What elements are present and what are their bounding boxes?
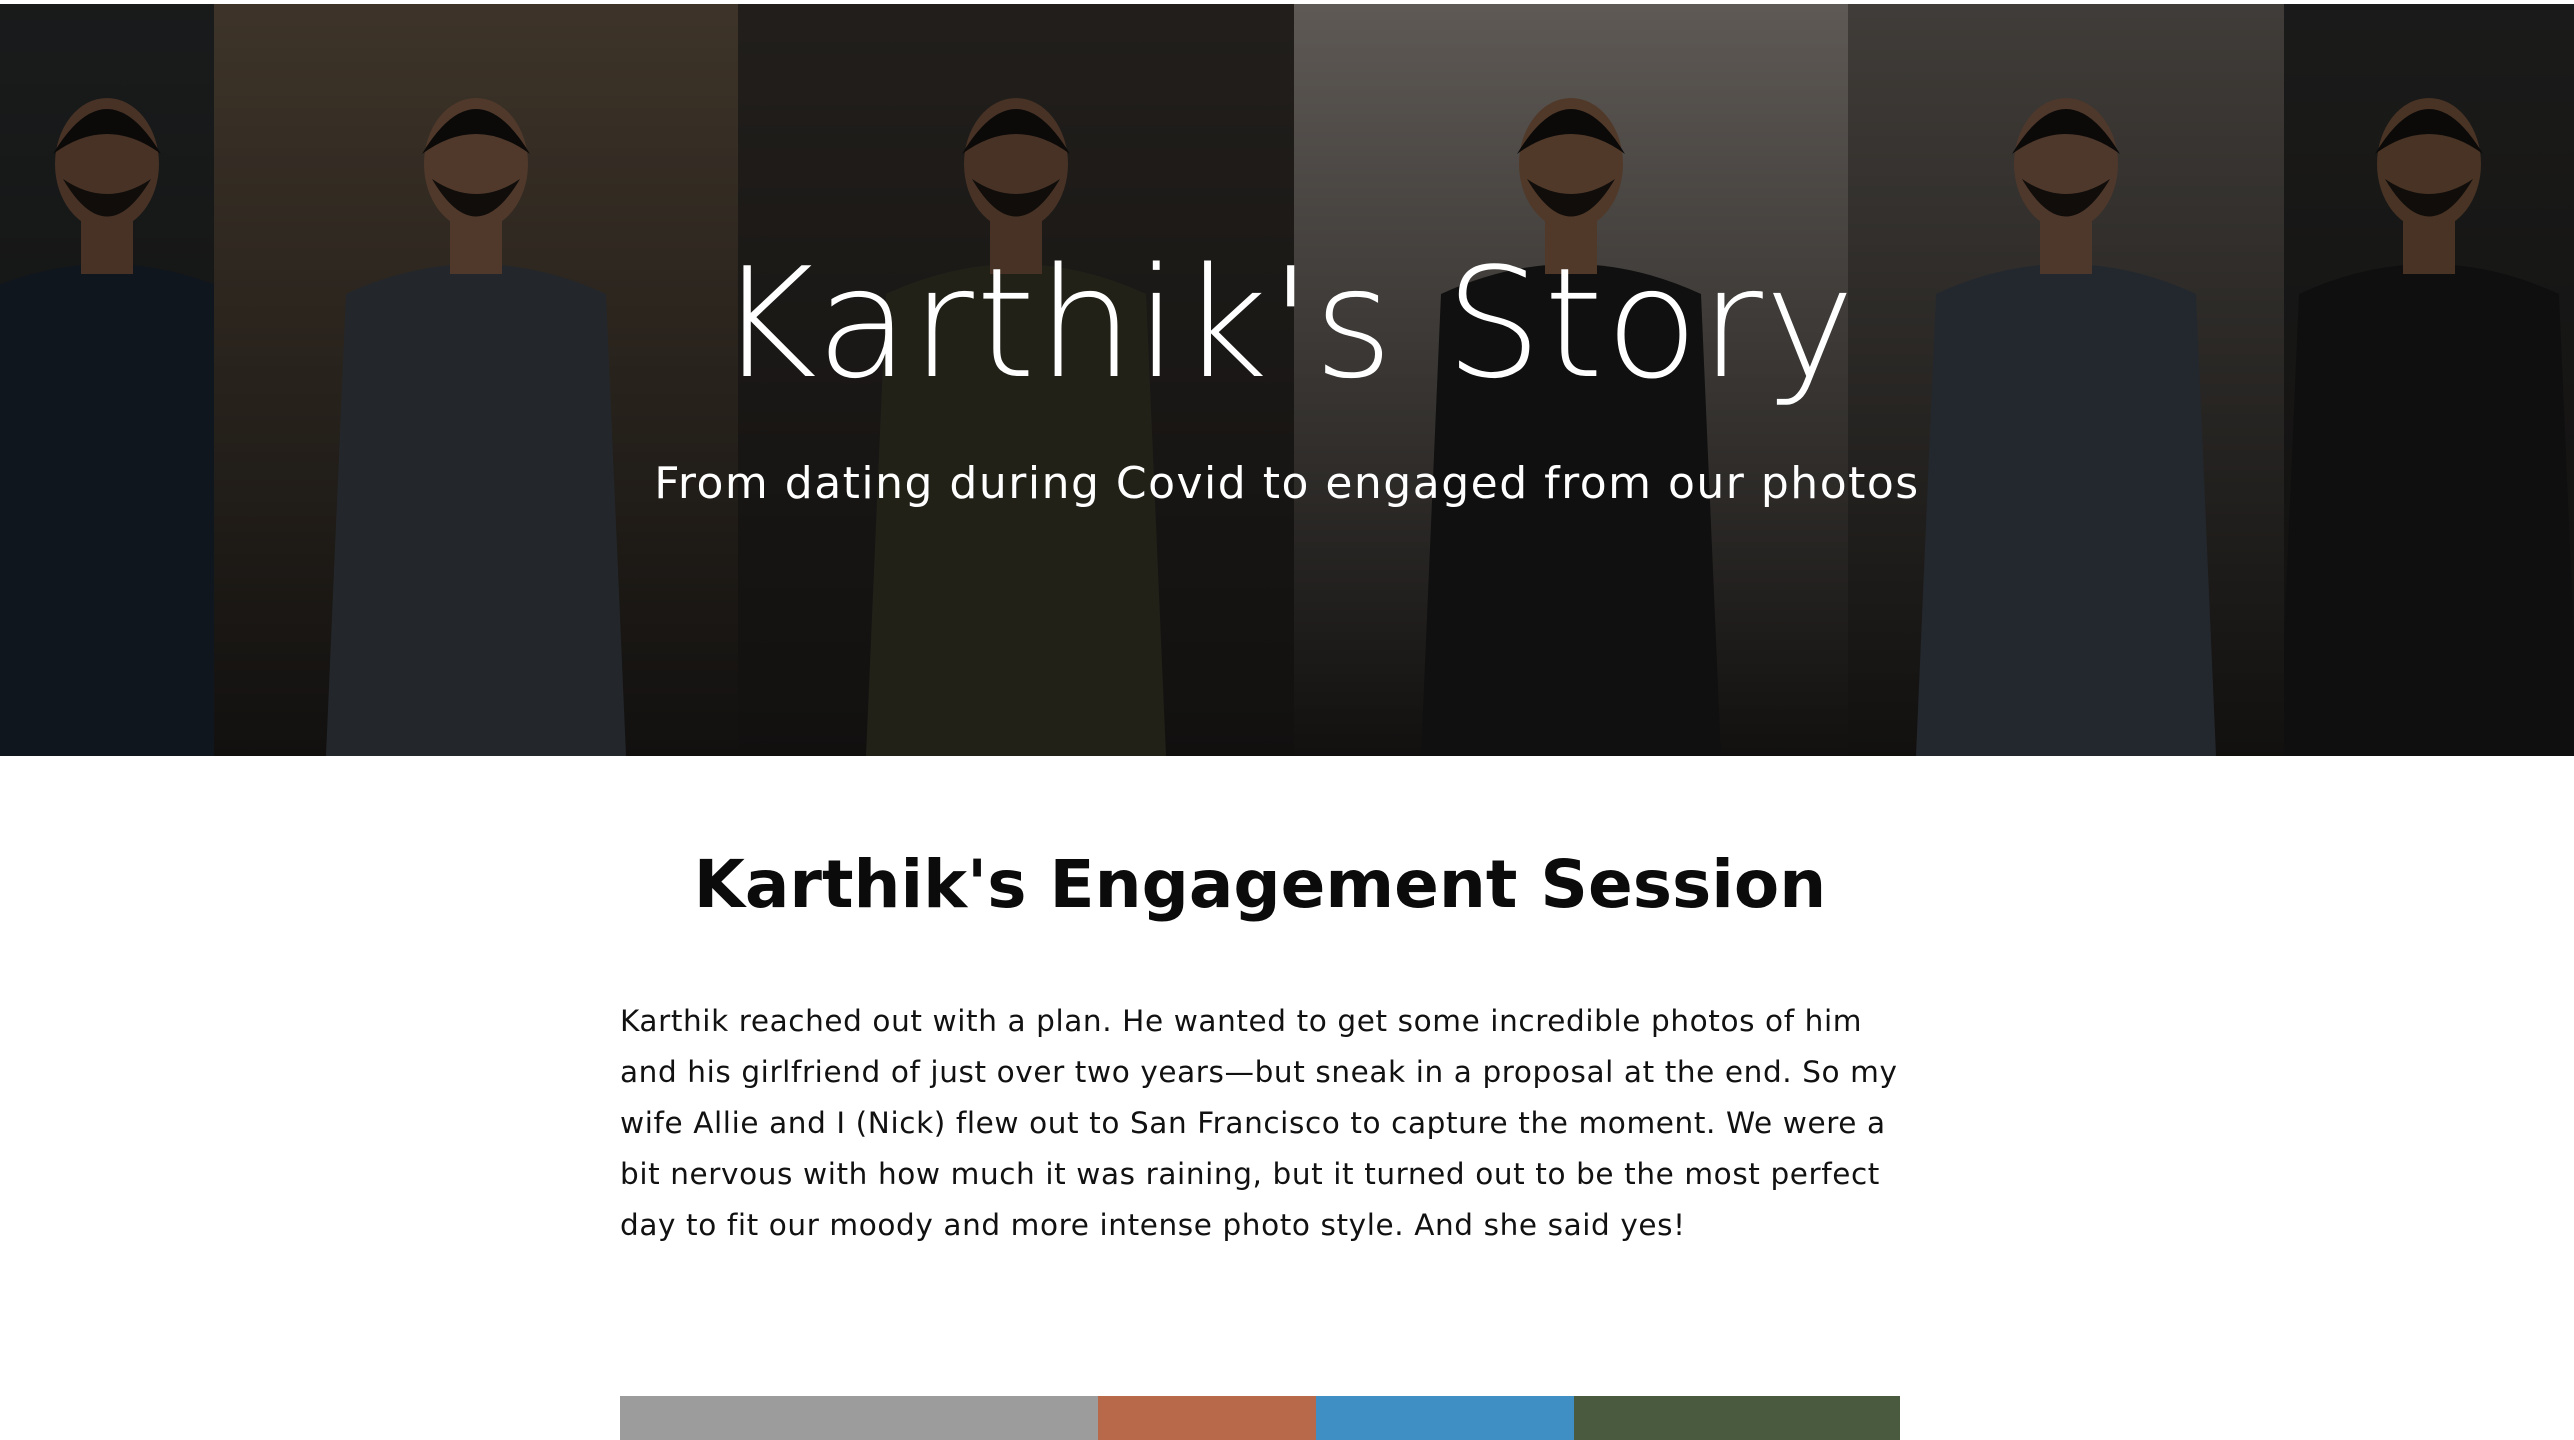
story-paragraph: Karthik reached out with a plan. He want… <box>620 1004 1898 1242</box>
page: Karthik's Story From dating during Covid… <box>0 0 2574 1440</box>
hero-title: Karthik's Story <box>717 235 1857 412</box>
gallery-photo-1[interactable] <box>620 1396 1098 1440</box>
hero-banner: Karthik's Story From dating during Covid… <box>0 4 2574 756</box>
hero-subtitle: From dating during Covid to engaged from… <box>654 458 1920 509</box>
gallery-photo-3[interactable] <box>1316 1396 1574 1440</box>
photo-gallery-strip <box>620 1396 1900 1440</box>
section-title: Karthik's Engagement Session <box>693 846 1827 923</box>
gallery-photo-2[interactable] <box>1098 1396 1316 1440</box>
gallery-photo-4[interactable] <box>1574 1396 1900 1440</box>
